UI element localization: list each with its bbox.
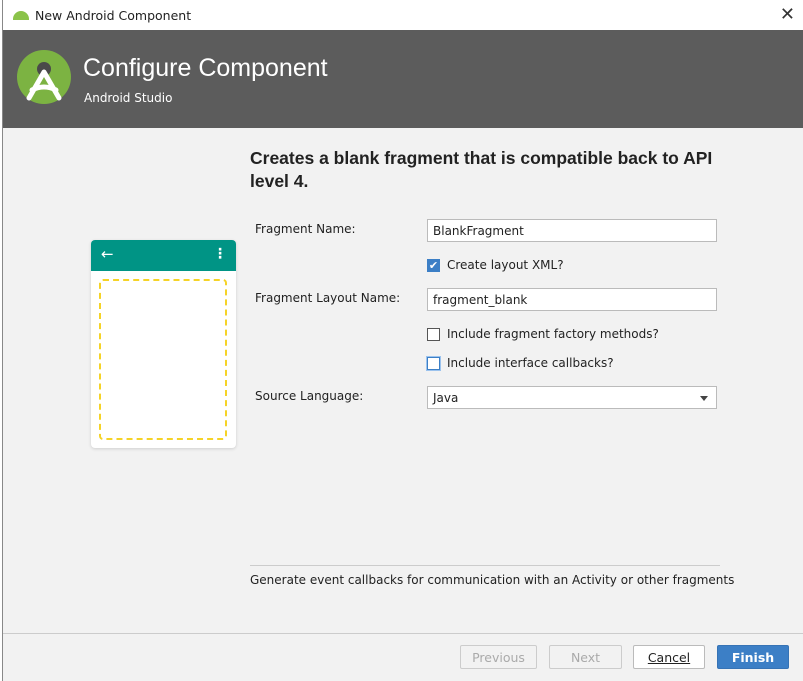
create-layout-checkbox[interactable]: ✔ Create layout XML? [427, 258, 564, 272]
factory-methods-checkbox[interactable]: Include fragment factory methods? [427, 327, 659, 341]
fragment-placeholder [99, 279, 227, 440]
next-button[interactable]: Next [549, 645, 622, 669]
factory-methods-label: Include fragment factory methods? [447, 327, 659, 341]
close-icon[interactable]: ✕ [780, 4, 795, 25]
android-studio-logo-icon [17, 50, 71, 104]
divider [250, 565, 720, 566]
preview-toolbar: ← ⋮ [91, 240, 236, 271]
create-layout-label: Create layout XML? [447, 258, 564, 272]
source-language-value: Java [433, 391, 459, 405]
fragment-name-input[interactable]: BlankFragment [427, 219, 717, 242]
page-subtitle: Android Studio [84, 91, 173, 105]
page-title: Configure Component [83, 54, 328, 82]
finish-button[interactable]: Finish [717, 645, 789, 669]
interface-callbacks-checkbox[interactable]: Include interface callbacks? [427, 356, 614, 370]
fragment-name-label: Fragment Name: [255, 222, 356, 236]
checkbox-unchecked-icon[interactable] [427, 327, 440, 341]
header: Configure Component Android Studio [3, 30, 803, 128]
source-language-select[interactable]: Java [427, 386, 717, 409]
fragment-preview: ← ⋮ [91, 240, 236, 448]
android-icon [13, 10, 29, 20]
template-description: Creates a blank fragment that is compati… [250, 148, 713, 191]
previous-button[interactable]: Previous [460, 645, 537, 669]
back-arrow-icon: ← [101, 245, 114, 263]
dialog-window: New Android Component ✕ Configure Compon… [2, 0, 803, 681]
checkbox-unchecked-icon[interactable] [427, 356, 440, 370]
checkbox-checked-icon[interactable]: ✔ [427, 258, 440, 272]
help-text: Generate event callbacks for communicati… [250, 573, 735, 587]
footer-divider [3, 633, 803, 634]
interface-callbacks-label: Include interface callbacks? [447, 356, 614, 370]
dropdown-arrow-icon[interactable] [700, 396, 708, 401]
window-title: New Android Component [35, 7, 192, 23]
layout-name-label: Fragment Layout Name: [255, 291, 401, 305]
overflow-menu-icon: ⋮ [213, 246, 227, 262]
cancel-button[interactable]: Cancel [633, 645, 705, 669]
source-language-label: Source Language: [255, 389, 364, 403]
layout-name-input[interactable]: fragment_blank [427, 288, 717, 311]
title-bar: New Android Component ✕ [3, 0, 803, 30]
